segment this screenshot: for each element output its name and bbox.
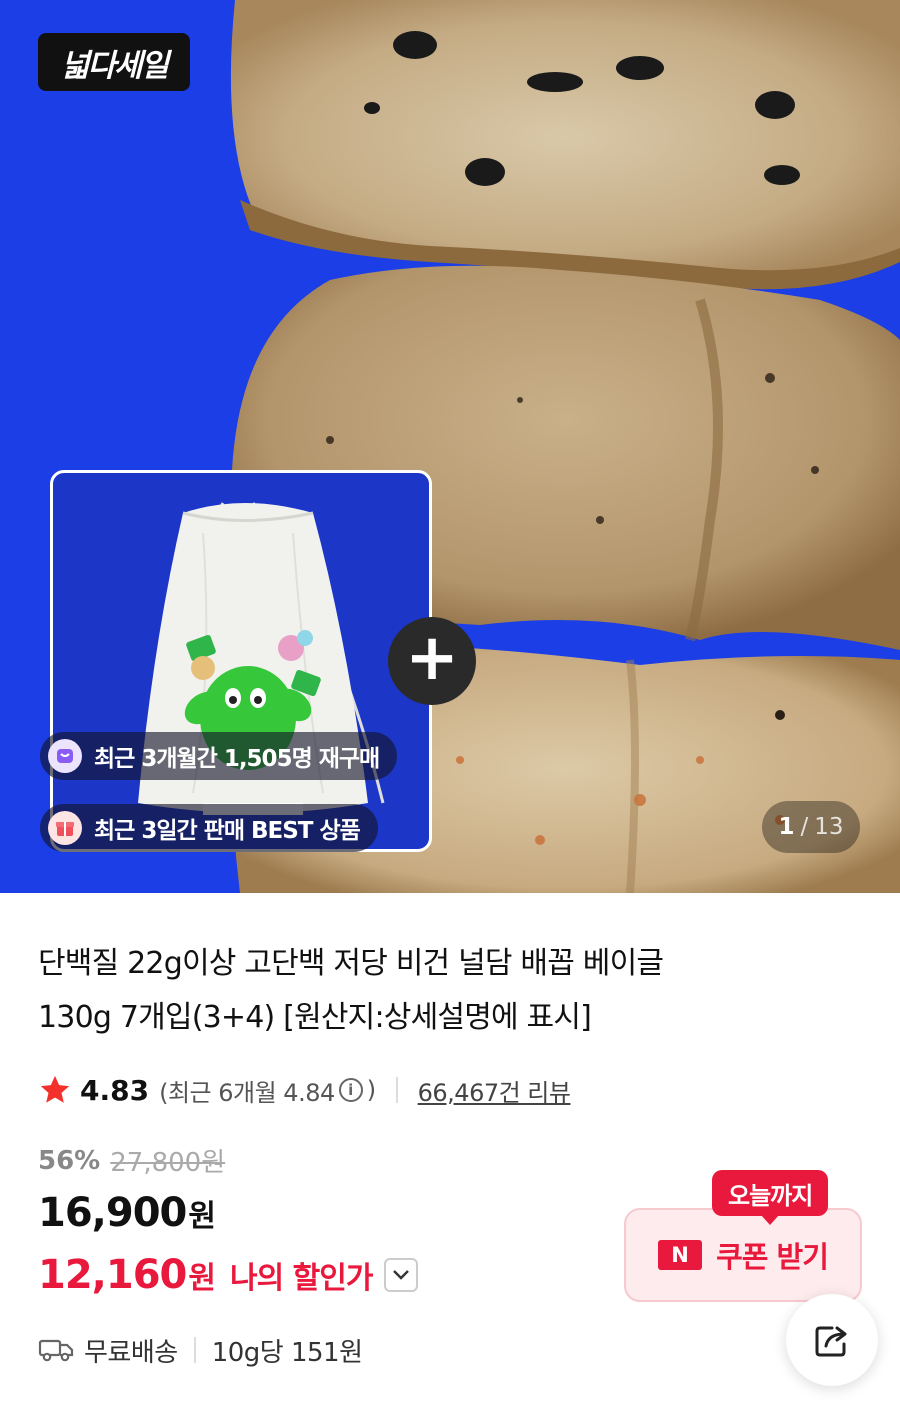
repurchase-stat-badge: 최근 3개월간 1,505명 재구매 bbox=[40, 732, 398, 780]
rating-score: 4.83 bbox=[80, 1073, 150, 1107]
product-title: 단백질 22g이상 고단백 저당 비건 널담 배꼽 베이글 130g 7개입(3… bbox=[38, 937, 838, 1045]
product-title-line1: 단백질 22g이상 고단백 저당 비건 널담 배꼽 베이글 bbox=[38, 946, 664, 981]
sale-price: 16,900 bbox=[38, 1190, 187, 1236]
best-seller-text: 최근 3일간 판매 BEST 상품 bbox=[94, 818, 361, 844]
truck-icon bbox=[38, 1339, 74, 1362]
coupon-widget[interactable]: N 쿠폰 받기 오늘까지 bbox=[624, 1170, 864, 1302]
image-counter-current: 1 bbox=[778, 814, 795, 840]
my-discount-price-unit: 원 bbox=[188, 1261, 216, 1296]
review-count-link[interactable]: 66,467건 리뷰 bbox=[418, 1073, 571, 1108]
discount-rate: 56% bbox=[38, 1145, 101, 1176]
share-button[interactable] bbox=[786, 1294, 878, 1386]
drawstring-bag-image bbox=[138, 502, 385, 815]
image-counter: 1 / 13 bbox=[762, 801, 860, 853]
bag-icon bbox=[48, 739, 82, 773]
recent-rating-close: ) bbox=[366, 1076, 376, 1104]
shipping-label: 무료배송 bbox=[84, 1337, 178, 1368]
original-price-row: 56% 27,800원 bbox=[38, 1142, 225, 1179]
recent-rating-open: (최근 6개월 4.84 bbox=[159, 1078, 335, 1107]
my-discount-label: 나의 할인가 bbox=[229, 1261, 373, 1296]
image-counter-separator: / bbox=[800, 814, 809, 840]
coupon-button-label: 쿠폰 받기 bbox=[716, 1240, 829, 1274]
sale-price-unit: 원 bbox=[188, 1199, 216, 1234]
shipping-row: 무료배송 10g당 151원 bbox=[38, 1330, 363, 1370]
unit-price: 10g당 151원 bbox=[211, 1337, 363, 1368]
naver-n-logo: N bbox=[658, 1240, 703, 1270]
chevron-down-icon[interactable] bbox=[384, 1258, 419, 1292]
share-icon bbox=[815, 1326, 847, 1357]
divider bbox=[193, 1337, 196, 1363]
rating-row: 4.83 (최근 6개월 4.84 i ) 66,467건 리뷰 bbox=[38, 1070, 571, 1110]
plus-icon: + bbox=[388, 617, 476, 705]
my-discount-price-row[interactable]: 12,160 원 나의 할인가 bbox=[38, 1252, 419, 1298]
coupon-download-button[interactable]: N 쿠폰 받기 bbox=[624, 1208, 862, 1302]
gift-bundle-card[interactable] bbox=[50, 470, 432, 852]
info-icon[interactable]: i bbox=[338, 1078, 363, 1102]
my-discount-price: 12,160 bbox=[38, 1252, 187, 1298]
product-image-carousel[interactable]: 넓다세일 + 최근 3개월간 1,505명 재구매 최근 3일간 판매 BEST… bbox=[0, 0, 900, 893]
image-counter-total: 13 bbox=[814, 814, 844, 840]
gift-icon bbox=[48, 811, 82, 845]
repurchase-stat-text: 최근 3개월간 1,505명 재구매 bbox=[94, 746, 380, 772]
sale-price-row: 16,900 원 bbox=[38, 1190, 216, 1236]
coupon-deadline-tag: 오늘까지 bbox=[712, 1170, 829, 1225]
product-title-line2: 130g 7개입(3+4) [원산지:상세설명에 표시] bbox=[38, 1000, 592, 1035]
sale-event-badge: 넓다세일 bbox=[38, 33, 190, 91]
star-icon bbox=[40, 1075, 70, 1103]
best-seller-badge: 최근 3일간 판매 BEST 상품 bbox=[40, 804, 378, 852]
divider bbox=[395, 1077, 398, 1103]
original-price: 27,800원 bbox=[110, 1148, 226, 1178]
